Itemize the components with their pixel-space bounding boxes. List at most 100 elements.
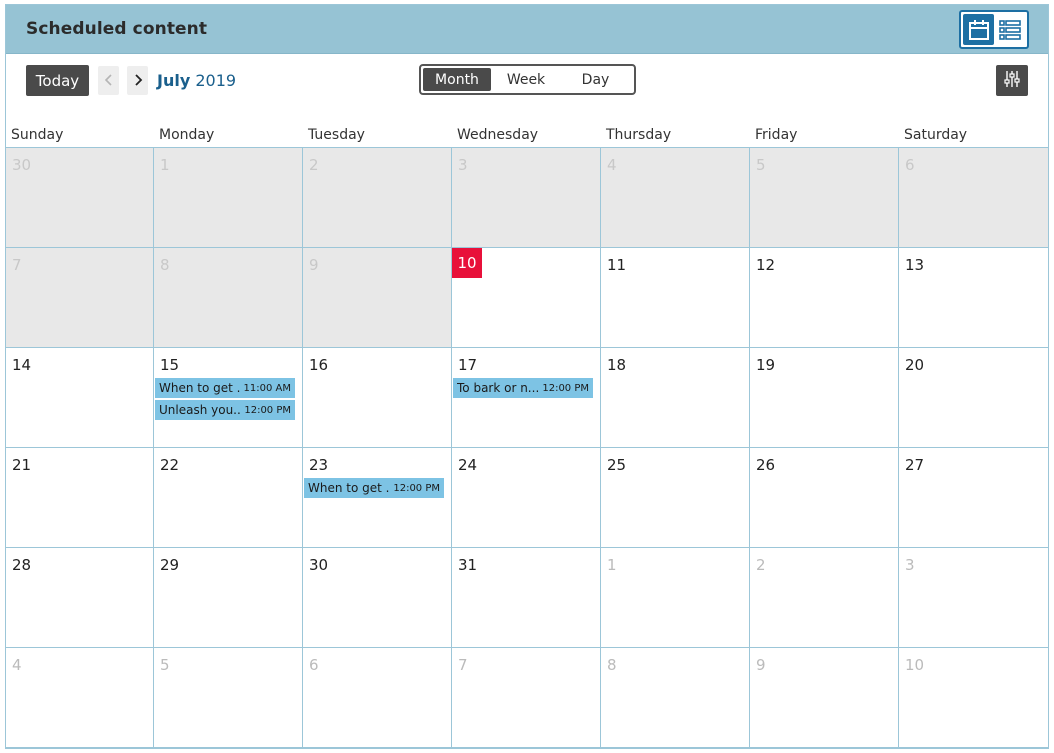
day-number: 30 xyxy=(309,556,329,574)
day-number: 3 xyxy=(905,556,915,574)
day-number: 1 xyxy=(160,156,170,174)
day-cell[interactable]: 3 xyxy=(452,148,601,248)
day-cell[interactable]: 6 xyxy=(899,148,1048,248)
list-view-button[interactable] xyxy=(994,14,1025,45)
day-cell[interactable]: 9 xyxy=(750,648,899,748)
day-cell[interactable]: 14 xyxy=(6,348,154,448)
day-cell[interactable]: 10 xyxy=(452,248,601,348)
day-number: 18 xyxy=(607,356,627,374)
day-number: 24 xyxy=(458,456,478,474)
day-number: 21 xyxy=(12,456,32,474)
day-cell[interactable]: 22 xyxy=(154,448,303,548)
day-number: 3 xyxy=(458,156,468,174)
event-time: 12:00 PM xyxy=(542,382,589,394)
calendar-view-button[interactable] xyxy=(963,14,994,45)
month-name: July xyxy=(157,71,191,90)
day-cell[interactable]: 21 xyxy=(6,448,154,548)
weekday-label: Friday xyxy=(755,127,798,143)
day-number: 14 xyxy=(12,356,32,374)
day-cell[interactable]: 5 xyxy=(154,648,303,748)
prev-month-button[interactable] xyxy=(98,66,119,95)
day-cell[interactable]: 18 xyxy=(601,348,750,448)
day-cell[interactable]: 13 xyxy=(899,248,1048,348)
day-number: 30 xyxy=(12,156,32,174)
day-cell[interactable]: 29 xyxy=(154,548,303,648)
day-cell[interactable]: 30 xyxy=(303,548,452,648)
day-number: 9 xyxy=(309,256,319,274)
day-number: 23 xyxy=(309,456,329,474)
list-icon xyxy=(998,19,1021,41)
calendar-icon xyxy=(968,19,990,41)
day-number: 4 xyxy=(12,656,22,674)
day-cell[interactable]: 17 To bark or n... 12:00 PM xyxy=(452,348,601,448)
weekday-label: Thursday xyxy=(606,127,672,143)
day-cell[interactable]: 1 xyxy=(601,548,750,648)
weekday-label: Wednesday xyxy=(457,127,539,143)
day-number: 10 xyxy=(452,248,482,278)
scheduled-event[interactable]: When to get ... 12:00 PM xyxy=(304,478,444,498)
day-number: 7 xyxy=(12,256,22,274)
filter-button[interactable] xyxy=(996,65,1028,96)
event-title: To bark or n... xyxy=(457,381,539,395)
day-number: 7 xyxy=(458,656,468,674)
day-cell[interactable]: 4 xyxy=(6,648,154,748)
scheduled-event[interactable]: To bark or n... 12:00 PM xyxy=(453,378,593,398)
day-cell[interactable]: 1 xyxy=(154,148,303,248)
scheduled-event[interactable]: When to get ... 11:00 AM xyxy=(155,378,295,398)
weekday-header-row: Sunday Monday Tuesday Wednesday Thursday Frid… xyxy=(6,127,1048,147)
chevron-right-icon xyxy=(133,71,143,90)
day-cell[interactable]: 11 xyxy=(601,248,750,348)
day-cell[interactable]: 30 xyxy=(6,148,154,248)
day-cell[interactable]: 15 When to get ... 11:00 AM Unleash you... 1… xyxy=(154,348,303,448)
day-number: 6 xyxy=(905,156,915,174)
day-cell[interactable]: 27 xyxy=(899,448,1048,548)
day-number: 4 xyxy=(607,156,617,174)
day-cell[interactable]: 8 xyxy=(154,248,303,348)
month-view-tab[interactable]: Month xyxy=(423,68,491,91)
day-cell[interactable]: 2 xyxy=(750,548,899,648)
day-number: 8 xyxy=(160,256,170,274)
day-cell[interactable]: 7 xyxy=(6,248,154,348)
chevron-left-icon xyxy=(104,71,114,90)
day-cell[interactable]: 5 xyxy=(750,148,899,248)
day-cell[interactable]: 6 xyxy=(303,648,452,748)
day-cell[interactable]: 10 xyxy=(899,648,1048,748)
day-cell[interactable]: 20 xyxy=(899,348,1048,448)
day-cell[interactable]: 7 xyxy=(452,648,601,748)
view-switch xyxy=(959,10,1029,49)
event-time: 11:00 AM xyxy=(243,382,291,394)
day-number: 10 xyxy=(905,656,925,674)
sliders-icon xyxy=(1003,70,1021,92)
event-title: When to get ... xyxy=(159,381,240,395)
day-number: 17 xyxy=(458,356,478,374)
day-cell[interactable]: 12 xyxy=(750,248,899,348)
day-cell[interactable]: 9 xyxy=(303,248,452,348)
day-cell[interactable]: 24 xyxy=(452,448,601,548)
day-cell[interactable]: 23 When to get ... 12:00 PM xyxy=(303,448,452,548)
day-cell[interactable]: 3 xyxy=(899,548,1048,648)
weekday-label: Monday xyxy=(159,127,215,143)
week-view-tab[interactable]: Week xyxy=(491,68,561,91)
day-cell[interactable]: 4 xyxy=(601,148,750,248)
next-month-button[interactable] xyxy=(127,66,148,95)
day-cell[interactable]: 31 xyxy=(452,548,601,648)
weekday-label: Tuesday xyxy=(308,127,365,143)
day-number: 5 xyxy=(160,656,170,674)
today-button[interactable]: Today xyxy=(26,65,89,96)
day-cell[interactable]: 16 xyxy=(303,348,452,448)
day-cell[interactable]: 8 xyxy=(601,648,750,748)
day-cell[interactable]: 25 xyxy=(601,448,750,548)
day-cell[interactable]: 26 xyxy=(750,448,899,548)
day-number: 12 xyxy=(756,256,776,274)
scheduled-event[interactable]: Unleash you... 12:00 PM xyxy=(155,400,295,420)
day-cell[interactable]: 2 xyxy=(303,148,452,248)
day-number: 27 xyxy=(905,456,925,474)
day-cell[interactable]: 19 xyxy=(750,348,899,448)
day-number: 1 xyxy=(607,556,617,574)
scheduled-content-panel: Scheduled content Today July 2019 Month … xyxy=(5,4,1049,749)
page-title: Scheduled content xyxy=(26,19,208,39)
event-time: 12:00 PM xyxy=(393,482,440,494)
day-view-tab[interactable]: Day xyxy=(561,68,630,91)
day-cell[interactable]: 28 xyxy=(6,548,154,648)
day-number: 19 xyxy=(756,356,776,374)
